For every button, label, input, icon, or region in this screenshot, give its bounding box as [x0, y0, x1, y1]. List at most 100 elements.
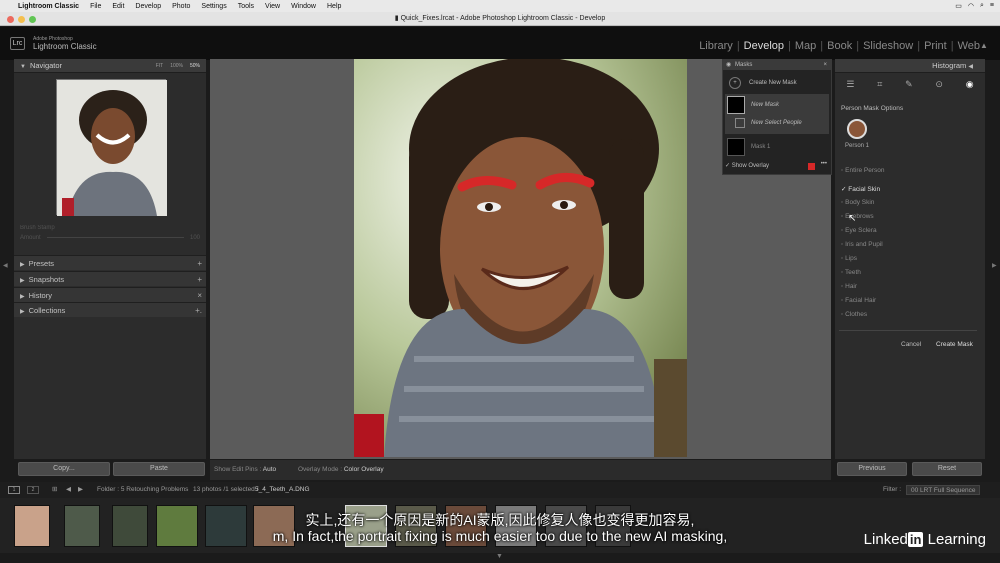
mask-option-iris-and-pupil[interactable]: ◦ Iris and Pupil [841, 241, 883, 248]
create-new-mask-button[interactable]: + Create New Mask [725, 76, 829, 90]
module-web[interactable]: Web [958, 40, 980, 52]
battery-icon[interactable]: ▭ [955, 2, 962, 10]
eye-icon[interactable]: ◉ [726, 60, 731, 70]
module-print[interactable]: Print [924, 40, 947, 52]
left-panel-toggle-icon[interactable]: ◀ [3, 262, 8, 269]
forward-icon[interactable]: ▶ [78, 482, 83, 498]
mask-option-body-skin[interactable]: ◦ Body Skin [841, 199, 874, 206]
brand-name: Lightroom Classic [33, 42, 97, 51]
masks-close-icon[interactable]: × [823, 60, 827, 70]
copy-button[interactable]: Copy... [18, 462, 110, 476]
show-overlay-row: ✓ Show Overlay ••• [725, 161, 829, 172]
menu-window[interactable]: Window [291, 3, 316, 10]
left-panel: ▼ Navigator FIT 100% 50% Brush Stamp Amou… [14, 59, 206, 459]
mask-1-item[interactable]: Mask 1 [725, 138, 829, 158]
menu-view[interactable]: View [265, 3, 280, 10]
history-section[interactable]: ▶ History × [14, 287, 206, 302]
main-photo[interactable] [354, 59, 687, 457]
navigator-header[interactable]: ▼ Navigator FIT 100% 50% [14, 59, 206, 73]
add-preset-icon[interactable]: + [197, 256, 202, 271]
clear-history-icon[interactable]: × [197, 288, 202, 303]
person-avatar[interactable] [847, 119, 867, 139]
mask-option-hair[interactable]: ◦ Hair [841, 283, 857, 290]
search-icon[interactable]: ⌕ [980, 2, 984, 10]
navigator-preview[interactable] [56, 79, 167, 216]
crop-icon[interactable]: ⌗ [877, 79, 882, 97]
overlay-color-swatch[interactable] [808, 163, 815, 170]
selected-file[interactable]: 5_4_Teeth_A.DNG [255, 482, 310, 498]
mask-option-teeth[interactable]: ◦ Teeth [841, 269, 861, 276]
masks-title: Masks [735, 62, 753, 68]
menu-edit[interactable]: Edit [112, 3, 124, 10]
show-overlay-checkbox[interactable]: ✓ [725, 163, 732, 169]
healing-icon[interactable]: ✎ [905, 79, 913, 97]
mask-option-entire-person[interactable]: ◦ Entire Person [841, 167, 885, 174]
page-1-button[interactable]: 1 [8, 486, 20, 494]
menu-tools[interactable]: Tools [238, 3, 254, 10]
mask-option-lips[interactable]: ◦ Lips [841, 255, 857, 262]
create-mask-button[interactable]: Create Mask [936, 341, 973, 348]
module-book[interactable]: Book [827, 40, 852, 52]
logo-in: in [907, 532, 924, 547]
mask-option-eye-sclera[interactable]: ◦ Eye Sclera [841, 227, 877, 234]
filter-select[interactable]: 00 LRT Full Sequence [906, 485, 981, 495]
snapshots-section[interactable]: ▶ Snapshots + [14, 271, 206, 286]
page-2-button[interactable]: 2 [27, 486, 39, 494]
module-library[interactable]: Library [699, 40, 733, 52]
minimize-window-button[interactable] [18, 16, 25, 23]
show-edit-pins-select[interactable]: Auto [263, 466, 276, 473]
mask-option-facial-skin[interactable]: ✓ Facial Skin [841, 185, 880, 193]
option-label: Iris and Pupil [845, 241, 883, 248]
overlay-mode-select[interactable]: Color Overlay [344, 466, 384, 473]
masking-icon[interactable]: ◉ [966, 79, 974, 97]
zoom-50[interactable]: 50% [190, 59, 200, 73]
menu-file[interactable]: File [90, 3, 101, 10]
reset-button[interactable]: Reset [912, 462, 982, 476]
zoom-window-button[interactable] [29, 16, 36, 23]
wifi-icon[interactable]: ◠ [968, 2, 974, 10]
linkedin-learning-logo: Linked in Learning [864, 531, 986, 548]
redeye-icon[interactable]: ⊙ [935, 79, 943, 97]
menu-app-name[interactable]: Lightroom Classic [18, 3, 79, 10]
panel-toggle-top-icon[interactable]: ▲ [980, 41, 988, 50]
menu-help[interactable]: Help [327, 3, 341, 10]
zoom-100[interactable]: 100% [170, 59, 183, 73]
history-label: History [28, 291, 52, 300]
masks-header[interactable]: ◉ Masks × [723, 60, 831, 70]
collections-section[interactable]: ▶ Collections +. [14, 302, 206, 317]
module-develop[interactable]: Develop [744, 40, 784, 52]
option-label: Facial Skin [848, 186, 881, 193]
right-panel: Histogram ◀ ☰ ⌗ ✎ ⊙ ◉ Person Mask Option… [835, 59, 985, 459]
menu-settings[interactable]: Settings [201, 3, 226, 10]
presets-section[interactable]: ▶ Presets + [14, 255, 206, 270]
module-slideshow[interactable]: Slideshow [863, 40, 913, 52]
options-divider [839, 330, 977, 331]
grid-view-icon[interactable]: ⊞ [52, 482, 57, 498]
portrait-image [354, 59, 687, 457]
filmstrip-toggle-icon[interactable]: ▼ [496, 553, 503, 560]
histogram-header[interactable]: Histogram ◀ [835, 59, 985, 73]
mask-option-facial-hair[interactable]: ◦ Facial Hair [841, 297, 876, 304]
edit-sliders-icon[interactable]: ☰ [846, 79, 854, 97]
mask-option-clothes[interactable]: ◦ Clothes [841, 311, 867, 318]
new-mask-item[interactable]: New Mask New Select People [725, 94, 829, 134]
back-icon[interactable]: ◀ [66, 482, 71, 498]
control-center-icon[interactable]: ≡ [990, 2, 994, 10]
right-panel-toggle-icon[interactable]: ▶ [992, 262, 997, 269]
previous-button[interactable]: Previous [837, 462, 907, 476]
mask-thumbnail [727, 96, 745, 114]
folder-source[interactable]: Folder : 5 Retouching Problems [97, 482, 188, 498]
paste-button[interactable]: Paste [113, 462, 205, 476]
menu-photo[interactable]: Photo [172, 3, 190, 10]
zoom-fit[interactable]: FIT [156, 59, 164, 73]
more-options-icon[interactable]: ••• [821, 161, 827, 167]
module-map[interactable]: Map [795, 40, 816, 52]
menu-develop[interactable]: Develop [135, 3, 161, 10]
add-collection-icon[interactable]: +. [195, 303, 202, 318]
cancel-button[interactable]: Cancel [901, 341, 921, 348]
mask-option-eyebrows[interactable]: ◦ Eyebrows [841, 213, 874, 220]
overlay-mode-label: Overlay Mode : [297, 466, 343, 473]
show-edit-pins-label: Show Edit Pins : [214, 466, 262, 473]
add-snapshot-icon[interactable]: + [197, 272, 202, 287]
close-window-button[interactable] [7, 16, 14, 23]
